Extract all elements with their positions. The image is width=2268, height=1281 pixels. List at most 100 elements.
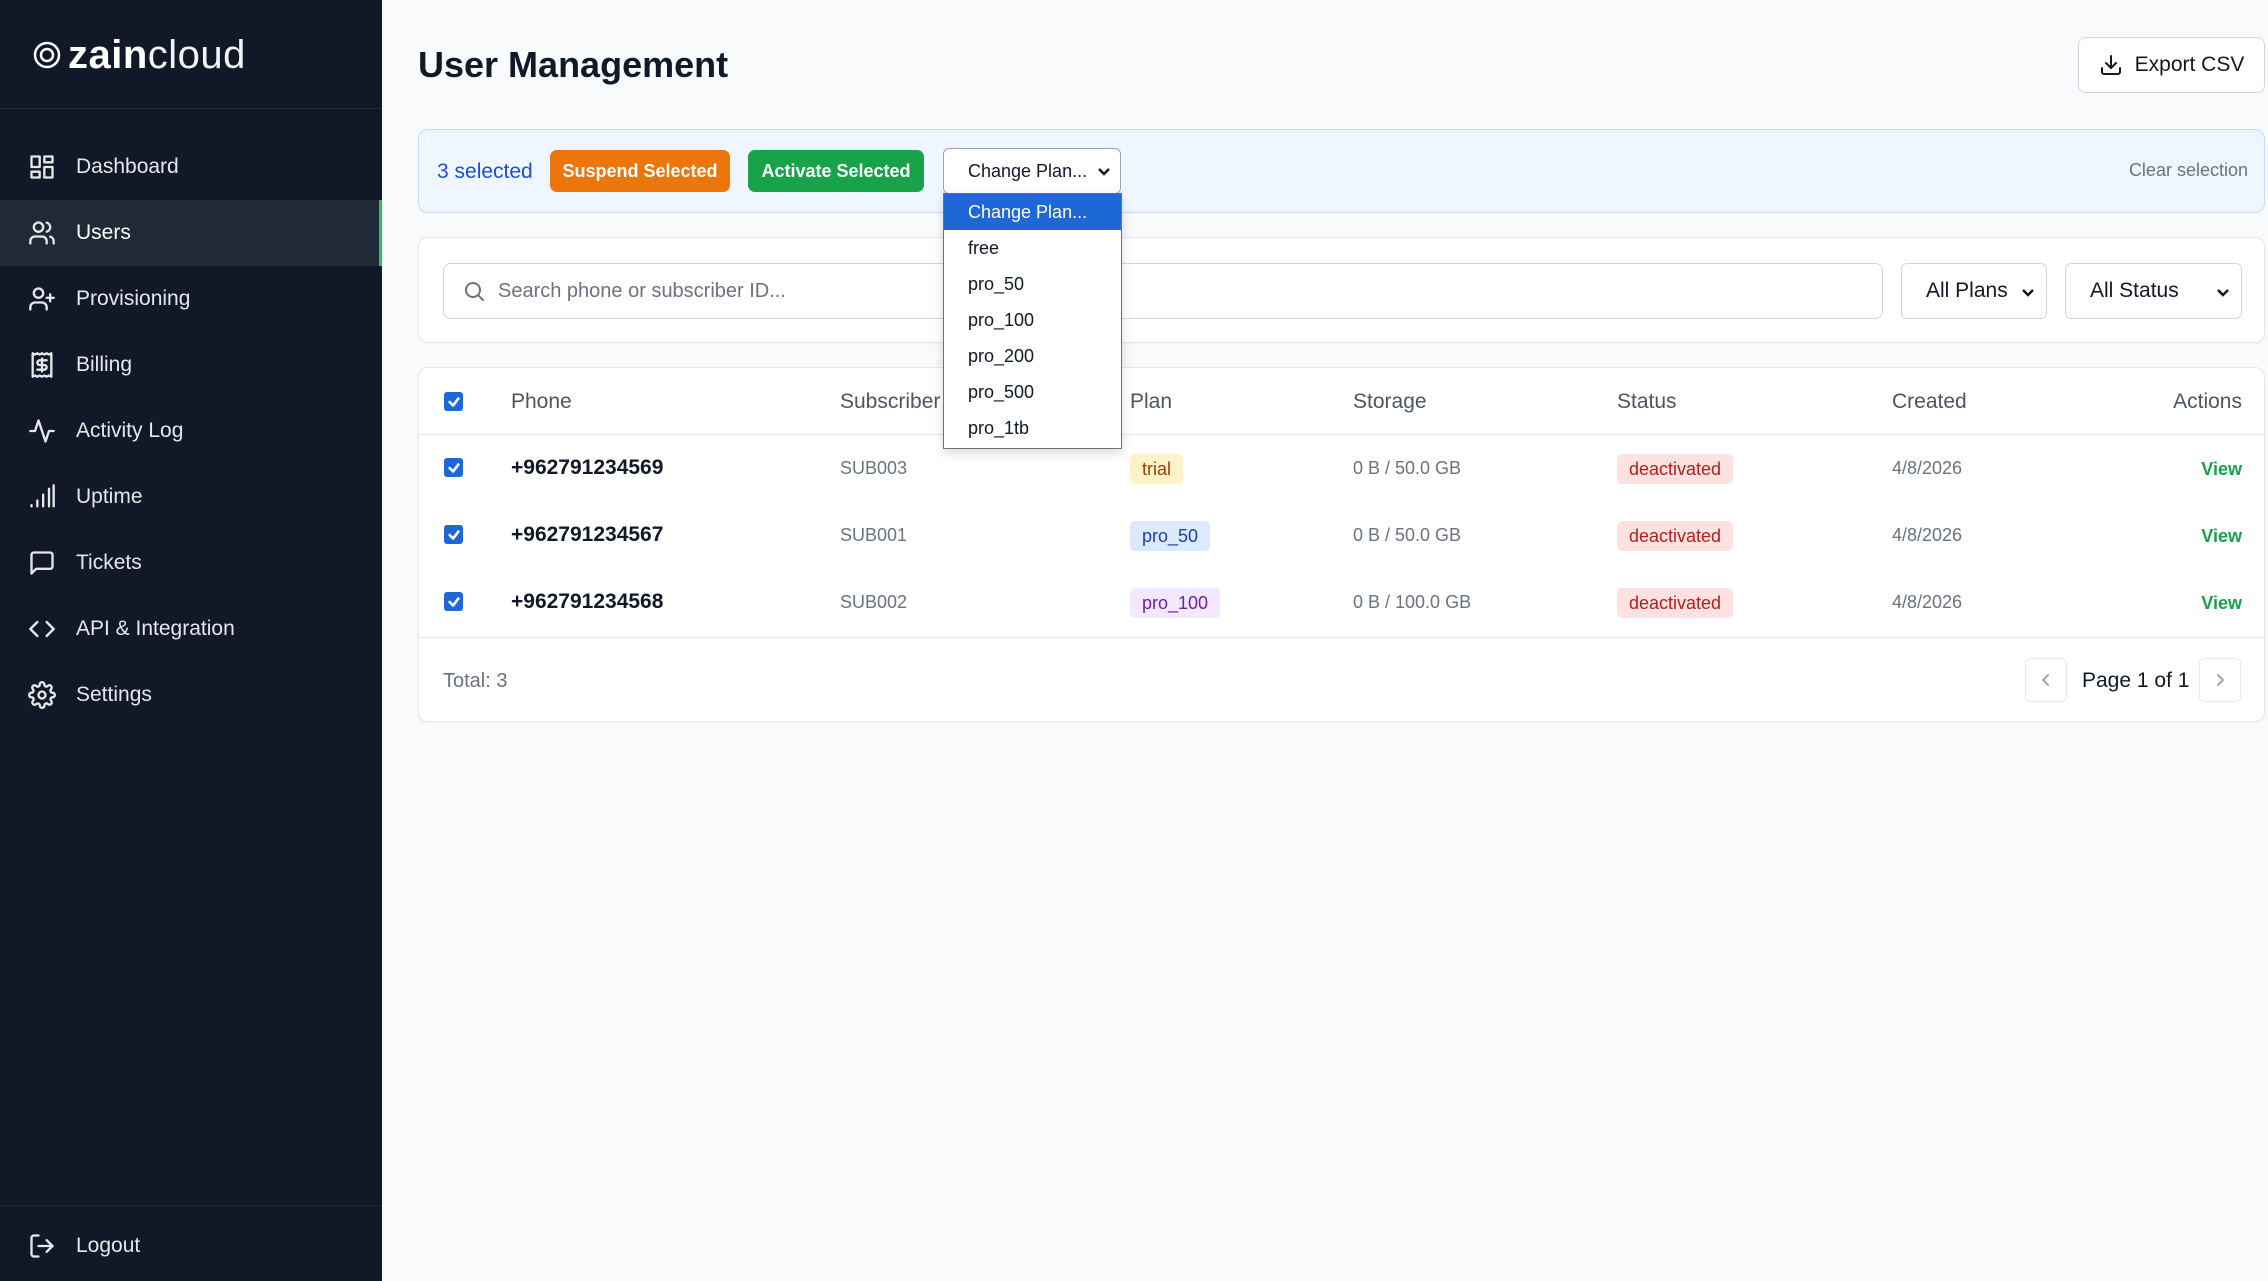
plan-badge: pro_100: [1130, 588, 1221, 618]
receipt-dollar-icon: [31, 352, 53, 378]
sidebar-item-label: Provisioning: [76, 287, 191, 310]
row-checkbox[interactable]: [444, 458, 463, 477]
sidebar-item-label: API & Integration: [76, 617, 235, 640]
created-cell: 4/8/2026: [1892, 592, 1963, 612]
plan-option-pro-200[interactable]: pro_200: [944, 338, 1121, 374]
phone-cell: +962791234568: [511, 590, 664, 613]
logout-label: Logout: [76, 1234, 141, 1257]
logout-icon: [30, 1234, 54, 1258]
users-icon: [29, 221, 55, 245]
plan-option-pro-500[interactable]: pro_500: [944, 374, 1121, 410]
logout-button[interactable]: Logout: [0, 1213, 382, 1279]
subscriber-cell: SUB003: [840, 458, 908, 478]
column-header-subscriber[interactable]: Subscriber: [840, 390, 940, 414]
view-link[interactable]: View: [2201, 459, 2242, 480]
zain-logo-icon: [33, 41, 61, 69]
change-plan-value: Change Plan...: [968, 160, 1088, 181]
column-header-storage[interactable]: Storage: [1353, 390, 1427, 414]
sidebar-item-users[interactable]: Users: [0, 200, 382, 266]
sidebar-item-provisioning[interactable]: Provisioning: [0, 266, 382, 332]
phone-cell: +962791234567: [511, 523, 664, 546]
created-cell: 4/8/2026: [1892, 525, 1963, 545]
plan-option-free[interactable]: free: [944, 230, 1121, 266]
search-placeholder: Search phone or subscriber ID...: [498, 279, 786, 302]
column-header-plan[interactable]: Plan: [1130, 390, 1172, 414]
sidebar-item-api-integration[interactable]: API & Integration: [0, 596, 382, 662]
table-header: Phone Subscriber Plan Storage Status Cre…: [419, 368, 2264, 435]
sidebar-item-tickets[interactable]: Tickets: [0, 530, 382, 596]
check-icon: [447, 396, 460, 407]
sidebar-item-uptime[interactable]: Uptime: [0, 464, 382, 530]
table-row[interactable]: +962791234567 SUB001 pro_50 0 B / 50.0 G…: [419, 502, 2264, 569]
status-filter-value: All Status: [2090, 279, 2179, 302]
sidebar-item-label: Tickets: [76, 551, 142, 574]
sidebar-item-settings[interactable]: Settings: [0, 662, 382, 728]
plan-option-pro-100[interactable]: pro_100: [944, 302, 1121, 338]
export-csv-label: Export CSV: [2134, 53, 2245, 76]
next-page-button[interactable]: [2199, 658, 2241, 702]
status-filter-select[interactable]: All Status: [2065, 263, 2242, 319]
activate-selected-button[interactable]: Activate Selected: [748, 150, 924, 192]
column-header-status[interactable]: Status: [1617, 390, 1677, 414]
sidebar-item-label: Settings: [76, 683, 152, 706]
subscriber-cell: SUB001: [840, 525, 908, 545]
sidebar-item-label: Dashboard: [76, 155, 179, 178]
search-input[interactable]: Search phone or subscriber ID...: [443, 263, 1883, 319]
message-square-icon: [30, 551, 54, 575]
gear-icon: [28, 681, 56, 709]
plan-filter-value: All Plans: [1926, 279, 2008, 302]
signal-bars-icon: [30, 484, 55, 508]
status-badge: deactivated: [1617, 588, 1734, 618]
select-all-checkbox[interactable]: [444, 392, 463, 411]
plan-filter-select[interactable]: All Plans: [1901, 263, 2047, 319]
column-header-created[interactable]: Created: [1892, 390, 1967, 414]
sidebar-item-billing[interactable]: Billing: [0, 332, 382, 398]
plan-badge: trial: [1130, 454, 1184, 484]
plan-option-change-plan[interactable]: Change Plan...: [944, 194, 1121, 230]
sidebar-item-activity-log[interactable]: Activity Log: [0, 398, 382, 464]
column-header-actions: Actions: [2173, 390, 2242, 413]
activity-icon: [29, 419, 55, 443]
table-row[interactable]: +962791234568 SUB002 pro_100 0 B / 100.0…: [419, 569, 2264, 636]
previous-page-button[interactable]: [2025, 658, 2067, 702]
download-icon: [2100, 55, 2121, 75]
sidebar-item-label: Activity Log: [76, 419, 184, 442]
plan-option-pro-1tb[interactable]: pro_1tb: [944, 410, 1121, 446]
search-icon: [465, 282, 484, 301]
export-csv-button[interactable]: Export CSV: [2078, 37, 2265, 93]
dashboard-icon: [30, 155, 54, 179]
suspend-selected-button[interactable]: Suspend Selected: [550, 150, 730, 192]
change-plan-select[interactable]: Change Plan...: [943, 148, 1121, 194]
storage-cell: 0 B / 50.0 GB: [1353, 525, 1462, 545]
view-link[interactable]: View: [2201, 526, 2242, 547]
bulk-action-bar: 3 selected Suspend Selected Activate Sel…: [418, 129, 2265, 213]
row-checkbox[interactable]: [444, 592, 463, 611]
sidebar-divider: [0, 108, 382, 109]
sidebar-item-label: Uptime: [76, 485, 143, 508]
selected-count: 3 selected: [437, 160, 533, 183]
total-count: Total: 3: [443, 670, 508, 692]
logo: zaincloud: [32, 30, 246, 80]
column-header-phone[interactable]: Phone: [511, 390, 572, 414]
view-link[interactable]: View: [2201, 593, 2242, 614]
chevron-left-icon: [2042, 674, 2049, 686]
table-row[interactable]: +962791234569 SUB003 trial 0 B / 50.0 GB…: [419, 435, 2264, 502]
plan-option-pro-50[interactable]: pro_50: [944, 266, 1121, 302]
chevron-down-icon: [2022, 289, 2034, 297]
check-icon: [447, 462, 460, 473]
storage-cell: 0 B / 50.0 GB: [1353, 458, 1462, 478]
filter-card: Search phone or subscriber ID... All Pla…: [418, 237, 2265, 343]
page-title: User Management: [418, 44, 729, 85]
check-icon: [447, 596, 460, 607]
change-plan-dropdown: Change Plan... free pro_50 pro_100 pro_2…: [943, 193, 1122, 449]
row-checkbox[interactable]: [444, 525, 463, 544]
users-table: Phone Subscriber Plan Storage Status Cre…: [418, 367, 2265, 722]
plan-badge: pro_50: [1130, 521, 1211, 551]
clear-selection-link[interactable]: Clear selection: [2129, 160, 2248, 181]
chevron-down-icon: [2217, 289, 2229, 297]
storage-cell: 0 B / 100.0 GB: [1353, 592, 1472, 612]
sidebar-divider: [0, 1205, 382, 1206]
sidebar-item-dashboard[interactable]: Dashboard: [0, 134, 382, 200]
page-info: Page 1 of 1: [2082, 669, 2190, 692]
status-badge: deactivated: [1617, 521, 1734, 551]
